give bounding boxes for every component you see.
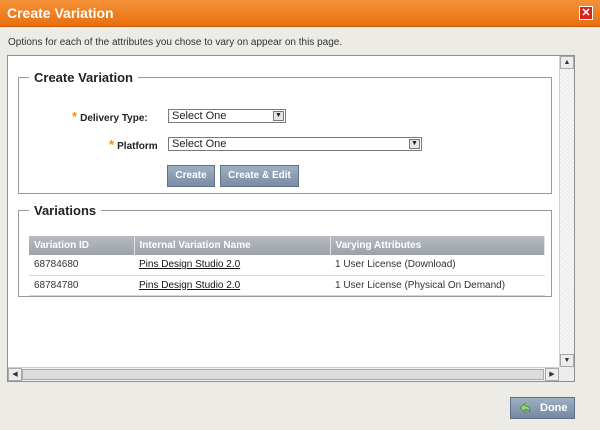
close-button[interactable]: ✕: [579, 6, 593, 20]
platform-select[interactable]: Select One ▼: [168, 137, 422, 151]
scroll-corner: [559, 367, 574, 381]
chevron-down-icon[interactable]: ▼: [409, 139, 420, 149]
varying-attributes: 1 User License (Download): [330, 255, 545, 276]
delivery-type-select[interactable]: Select One ▼: [168, 109, 286, 123]
scroll-left-icon[interactable]: ◀: [8, 368, 22, 381]
required-marker: *: [109, 137, 115, 152]
variation-name-link[interactable]: Pins Design Studio 2.0: [134, 255, 330, 276]
scrollbar-thumb[interactable]: [22, 369, 544, 380]
variation-name-link[interactable]: Pins Design Studio 2.0: [134, 275, 330, 296]
scroll-panel: Create Variation * Delivery Type: Select…: [7, 55, 575, 382]
back-arrow-icon: [519, 402, 531, 413]
column-header[interactable]: Variation ID: [29, 236, 135, 255]
scroll-down-icon[interactable]: ▼: [560, 354, 574, 367]
done-label: Done: [540, 402, 568, 414]
variations-table: Variation ID Internal Variation Name Var…: [29, 236, 545, 296]
column-header[interactable]: Varying Attributes: [330, 236, 545, 255]
platform-row: * Platform: [109, 137, 158, 152]
vertical-scrollbar[interactable]: ▲ ▼: [559, 56, 574, 367]
scroll-right-icon[interactable]: ▶: [545, 368, 559, 381]
variation-id: 68784680: [29, 255, 134, 276]
delivery-type-value: Select One: [172, 110, 227, 122]
create-and-edit-button[interactable]: Create & Edit: [220, 165, 299, 187]
create-variation-fieldset: Create Variation * Delivery Type: Select…: [18, 70, 552, 194]
chevron-down-icon[interactable]: ▼: [273, 111, 284, 121]
table-header-row: Variation ID Internal Variation Name Var…: [29, 236, 545, 255]
table-row: 68784680 Pins Design Studio 2.0 1 User L…: [29, 255, 545, 276]
intro-text: Options for each of the attributes you c…: [8, 37, 343, 48]
create-button[interactable]: Create: [167, 165, 215, 187]
variations-legend: Variations: [34, 203, 97, 218]
create-variation-legend: Create Variation: [34, 70, 133, 85]
horizontal-scrollbar[interactable]: ◀ ▶: [8, 367, 574, 381]
delivery-type-row: * Delivery Type:: [72, 109, 148, 124]
window-title: Create Variation: [7, 5, 114, 21]
table-row: 68784780 Pins Design Studio 2.0 1 User L…: [29, 275, 545, 296]
delivery-type-label: Delivery Type:: [80, 113, 148, 124]
column-header[interactable]: Internal Variation Name: [134, 236, 331, 255]
variation-id: 68784780: [29, 275, 134, 296]
platform-label: Platform: [117, 141, 158, 152]
title-bar: Create Variation ✕: [0, 0, 600, 27]
required-marker: *: [72, 109, 78, 124]
varying-attributes: 1 User License (Physical On Demand): [330, 275, 545, 296]
panel-content: Create Variation * Delivery Type: Select…: [8, 56, 560, 369]
done-button[interactable]: Done: [510, 397, 575, 419]
variations-fieldset: Variations Variation ID Internal Variati…: [18, 203, 552, 297]
platform-value: Select One: [172, 138, 227, 150]
scroll-up-icon[interactable]: ▲: [560, 56, 574, 69]
